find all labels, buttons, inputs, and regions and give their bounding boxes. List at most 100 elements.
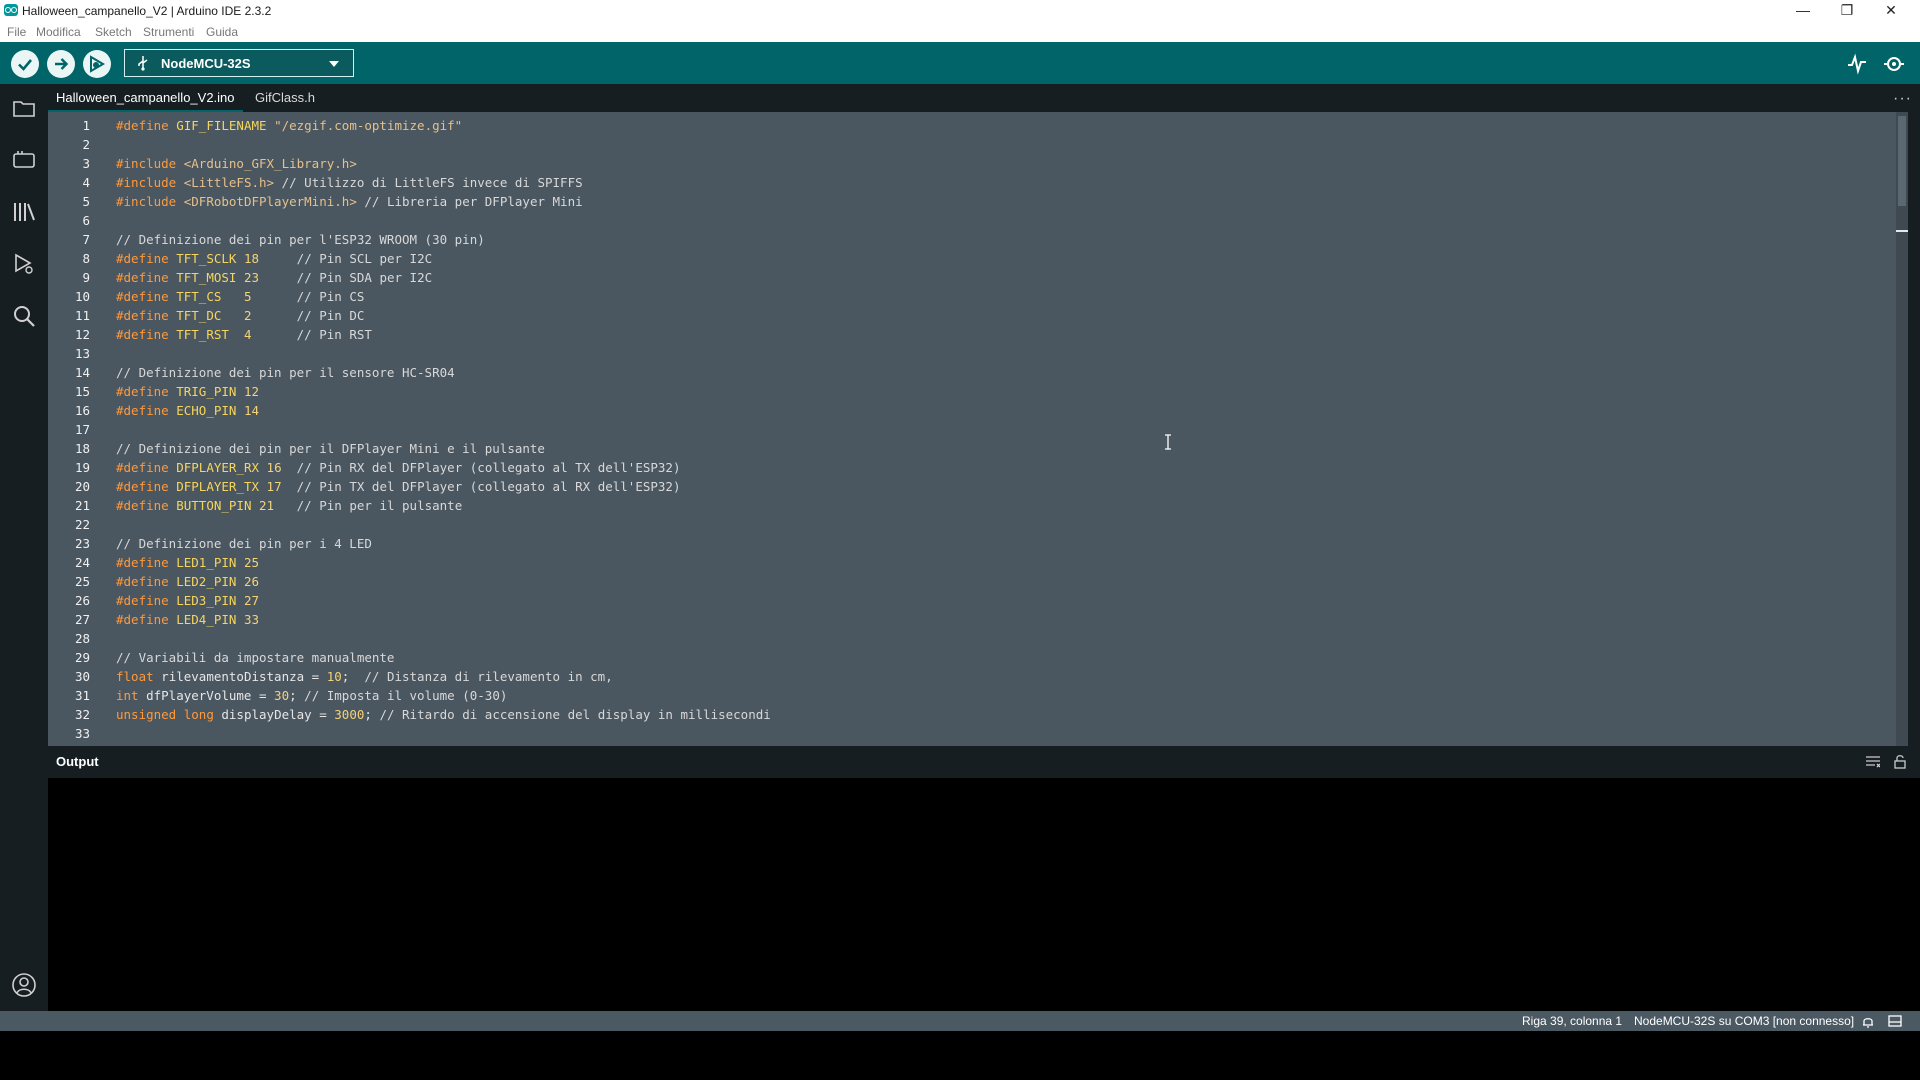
code-line[interactable]: 23 // Definizione dei pin per i 4 LED [48,534,1908,553]
code-text: // Definizione dei pin per l'ESP32 WROOM… [116,232,485,247]
line-number: 22 [74,517,90,532]
title-bar: Halloween_campanello_V2 | Arduino IDE 2.… [0,0,1920,22]
clear-output-icon[interactable] [1866,756,1880,768]
code-line[interactable]: 19 #define DFPLAYER_RX 16 // Pin RX del D… [48,458,1908,477]
code-line[interactable]: 10 #define TFT_CS 5 // Pin CS [48,287,1908,306]
code-line[interactable]: 9 #define TFT_MOSI 23 // Pin SDA per I2C [48,268,1908,287]
cursor-position[interactable]: Riga 39, colonna 1 [1522,1014,1622,1028]
code-line[interactable]: 29 // Variabili da impostare manualmente [48,648,1908,667]
library-manager-icon[interactable] [10,198,38,226]
more-tabs-icon[interactable]: ··· [1893,90,1912,108]
code-line[interactable]: 32 unsigned long displayDelay = 3000; // … [48,705,1908,724]
tab-main-ino[interactable]: Halloween_campanello_V2.ino [48,84,243,112]
debug-run-icon[interactable] [10,250,38,278]
code-line[interactable]: 20 #define DFPLAYER_TX 17 // Pin TX del D… [48,477,1908,496]
board-port-status[interactable]: NodeMCU-32S su COM3 [non connesso] [1634,1014,1854,1028]
debug-button[interactable] [83,50,111,78]
line-number: 11 [74,308,90,323]
code-line[interactable]: 7 // Definizione dei pin per l'ESP32 WROO… [48,230,1908,249]
line-number: 7 [82,232,90,247]
line-number: 18 [74,441,90,456]
code-line[interactable]: 17 [48,420,1908,439]
board-selector[interactable]: NodeMCU-32S [124,49,354,77]
letterbox-bar [0,1031,1920,1080]
output-console[interactable] [48,778,1920,1011]
editor-scrollbar[interactable] [1896,112,1908,746]
code-line[interactable]: 27 #define LED4_PIN 33 [48,610,1908,629]
boards-manager-icon[interactable] [10,146,38,174]
code-text: #include <Arduino_GFX_Library.h> [116,156,357,171]
code-text: #define LED3_PIN 27 [116,593,260,608]
code-line[interactable]: 12 #define TFT_RST 4 // Pin RST [48,325,1908,344]
code-line[interactable]: 14 // Definizione dei pin per il sensore … [48,363,1908,382]
text-cursor-icon [1165,434,1171,450]
code-text: #define TFT_CS 5 // Pin CS [116,289,365,304]
line-number: 6 [82,213,90,228]
upload-icon [55,58,69,70]
code-line[interactable]: 6 [48,211,1908,230]
sketchbook-folder-icon[interactable] [10,94,38,122]
line-number: 12 [74,327,90,342]
minimize-icon[interactable]: — [1781,0,1825,22]
code-line[interactable]: 18 // Definizione dei pin per il DFPlayer… [48,439,1908,458]
code-text: #define LED1_PIN 25 [116,555,260,570]
code-text: #define TFT_MOSI 23 // Pin SDA per I2C [116,270,433,285]
line-number: 16 [74,403,90,418]
code-line[interactable]: 8 #define TFT_SCLK 18 // Pin SCL per I2C [48,249,1908,268]
line-number: 1 [82,118,90,133]
code-line[interactable]: 5 #include <DFRobotDFPlayerMini.h> // Lib… [48,192,1908,211]
account-icon[interactable] [10,971,38,999]
line-number: 23 [74,536,90,551]
line-number: 2 [82,137,90,152]
line-number: 4 [82,175,90,190]
menu-strumenti[interactable]: Strumenti [143,25,194,39]
code-line[interactable]: 4 #include <LittleFS.h> // Utilizzo di Li… [48,173,1908,192]
code-text: int dfPlayerVolume = 30; // Imposta il v… [116,688,508,703]
code-line[interactable]: 30 float rilevamentoDistanza = 10; // Dis… [48,667,1908,686]
toggle-output-icon[interactable] [1888,1015,1902,1027]
menu-sketch[interactable]: Sketch [95,25,132,39]
menu-guida[interactable]: Guida [206,25,238,39]
serial-monitor-icon[interactable] [1883,53,1905,75]
code-line[interactable]: 31 int dfPlayerVolume = 30; // Imposta il… [48,686,1908,705]
code-line[interactable]: 25 #define LED2_PIN 26 [48,572,1908,591]
line-number: 27 [74,612,90,627]
line-number: 31 [74,688,90,703]
code-line[interactable]: 24 #define LED1_PIN 25 [48,553,1908,572]
code-text: #define TFT_DC 2 // Pin DC [116,308,365,323]
code-line[interactable]: 21 #define BUTTON_PIN 21 // Pin per il pu… [48,496,1908,515]
upload-button[interactable] [47,50,75,78]
lock-scroll-icon[interactable] [1894,754,1906,769]
code-text: #define LED2_PIN 26 [116,574,260,589]
code-line[interactable]: 16 #define ECHO_PIN 14 [48,401,1908,420]
code-text: // Definizione dei pin per il sensore HC… [116,365,455,380]
output-header: Output [48,746,1920,778]
menu-modifica[interactable]: Modifica [36,25,81,39]
restore-icon[interactable]: ❐ [1825,0,1869,22]
code-line[interactable]: 11 #define TFT_DC 2 // Pin DC [48,306,1908,325]
code-line[interactable]: 15 #define TRIG_PIN 12 [48,382,1908,401]
code-text: #define LED4_PIN 33 [116,612,260,627]
line-number: 10 [74,289,90,304]
code-line[interactable]: 33 [48,724,1908,743]
output-title: Output [56,754,99,769]
code-line[interactable]: 2 [48,135,1908,154]
arduino-ide-window: Halloween_campanello_V2 | Arduino IDE 2.… [0,0,1920,1031]
menu-file[interactable]: File [7,25,26,39]
code-editor[interactable]: 1 #define GIF_FILENAME "/ezgif.com-optimi… [48,112,1908,746]
verify-button[interactable] [11,50,39,78]
serial-plotter-icon[interactable] [1846,53,1868,75]
code-line[interactable]: 13 [48,344,1908,363]
code-line[interactable]: 28 [48,629,1908,648]
code-line[interactable]: 22 [48,515,1908,534]
notifications-icon[interactable] [1862,1015,1874,1028]
line-number: 30 [74,669,90,684]
code-line[interactable]: 3 #include <Arduino_GFX_Library.h> [48,154,1908,173]
close-icon[interactable]: ✕ [1869,0,1913,22]
code-line[interactable]: 26 #define LED3_PIN 27 [48,591,1908,610]
code-line[interactable]: 1 #define GIF_FILENAME "/ezgif.com-optimi… [48,116,1908,135]
search-icon[interactable] [10,302,38,330]
tab-gifclass-h[interactable]: GifClass.h [247,84,323,112]
code-text: #define GIF_FILENAME "/ezgif.com-optimiz… [116,118,463,133]
scrollbar-thumb[interactable] [1898,116,1906,206]
